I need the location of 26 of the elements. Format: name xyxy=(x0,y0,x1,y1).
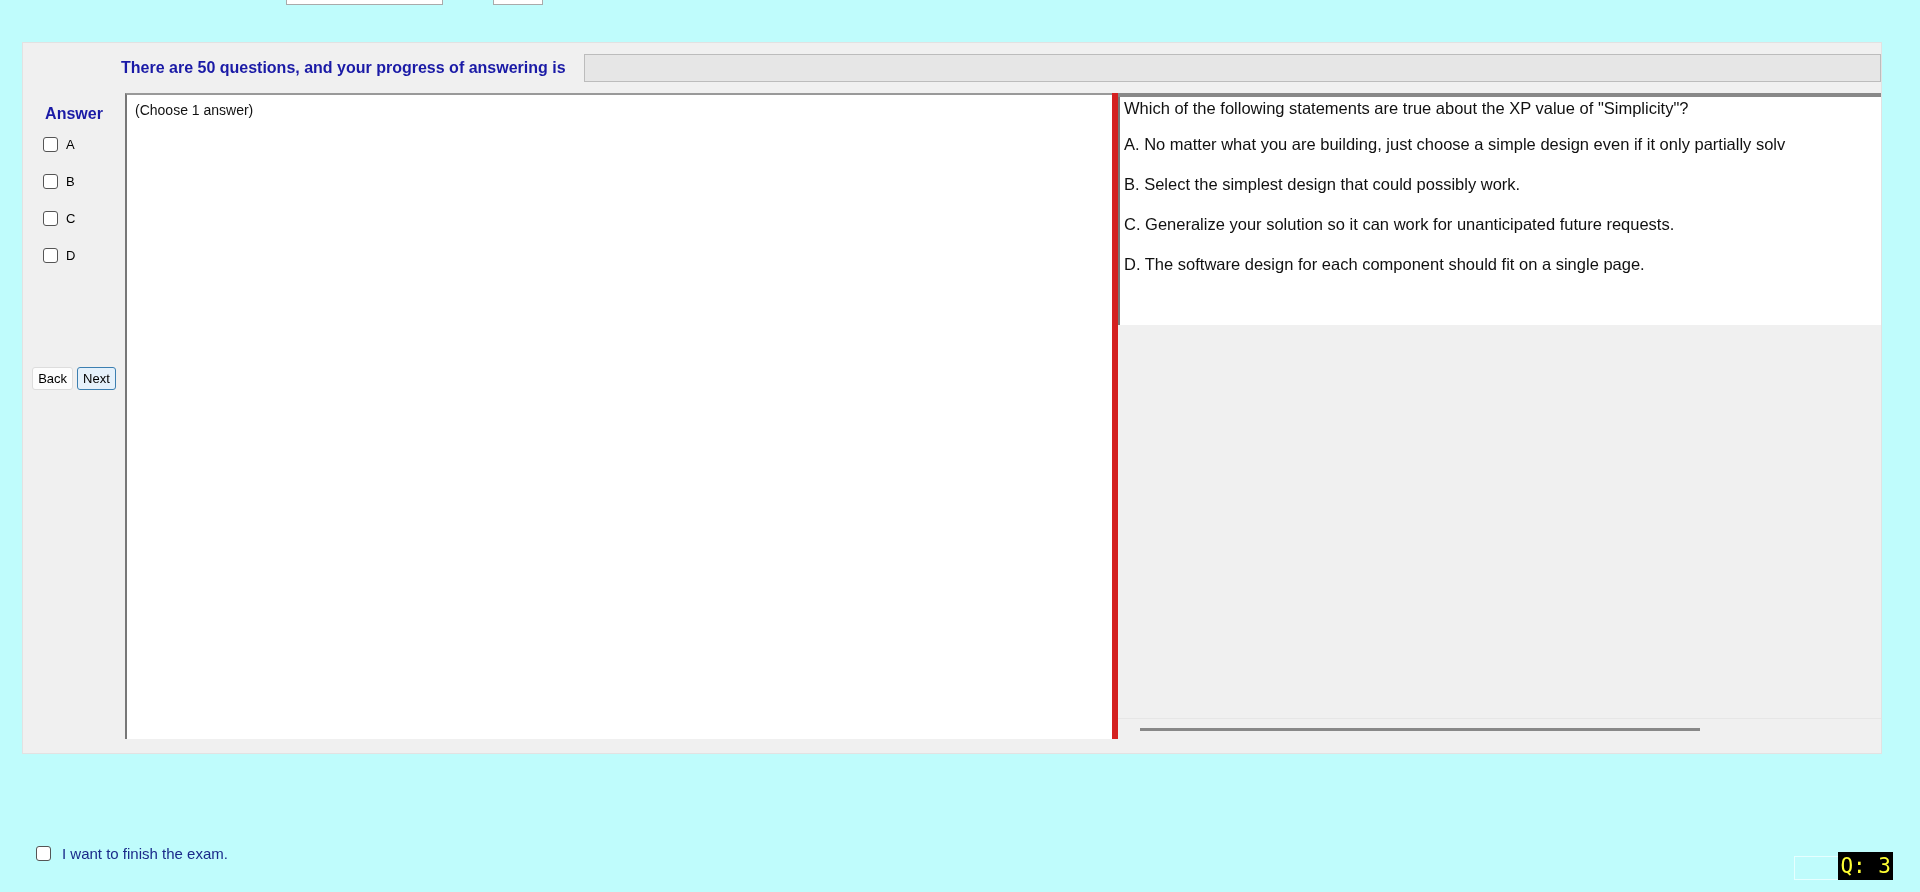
button[interactable] xyxy=(1794,856,1839,880)
checkbox[interactable] xyxy=(43,211,58,226)
dropdown-field[interactable] xyxy=(286,0,443,5)
checkbox[interactable] xyxy=(36,846,51,861)
option-label[interactable]: C xyxy=(66,211,76,226)
progress-label: There are 50 questions, and your progress of answering is xyxy=(121,59,566,77)
finish-label[interactable]: I want to finish the exam. xyxy=(62,845,228,862)
question-text: Which of the following statements are true about the XP value of "Simplicity"? xyxy=(1124,99,1690,118)
answer-heading: Answer xyxy=(45,105,103,123)
checkbox[interactable] xyxy=(43,248,58,263)
answer-box[interactable]: (Choose 1 answer) xyxy=(125,93,1112,739)
option-label[interactable]: B xyxy=(66,174,75,189)
dropdown-field[interactable] xyxy=(493,0,543,5)
nav-button[interactable]: Next xyxy=(77,367,116,390)
question-counter: Q: 3 xyxy=(1838,852,1893,880)
scrollbar[interactable] xyxy=(1140,727,1700,731)
answer-hint: (Choose 1 answer) xyxy=(135,102,254,118)
checkbox[interactable] xyxy=(43,174,58,189)
answer-choice: B. Select the simplest design that could possibly work. xyxy=(1124,175,1522,194)
answer-choice: C. Generalize your solution so it can work for unanticipated future requests. xyxy=(1124,215,1676,234)
answer-choice: A. No matter what you are building, just choose a simple design even if it only partially solv xyxy=(1124,135,1787,154)
checkbox[interactable] xyxy=(43,137,58,152)
nav-button[interactable]: Back xyxy=(32,367,74,390)
option-label[interactable]: D xyxy=(66,248,76,263)
answer-choice: D. The software design for each component should fit on a single page. xyxy=(1124,255,1646,274)
option-label[interactable]: A xyxy=(66,137,75,152)
